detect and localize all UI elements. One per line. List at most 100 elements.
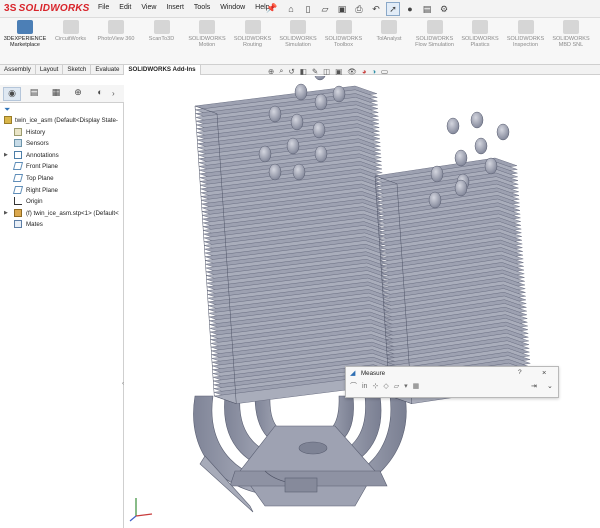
dimxpert-tab-icon[interactable]: ⊕ [69, 87, 87, 98]
collapse-pane-handle-icon[interactable]: ‹ [122, 381, 124, 387]
pin-dialog-icon[interactable]: ⇥ [531, 382, 537, 390]
command-11[interactable]: SOLIDWORKS Inspection [503, 20, 549, 48]
tree-item[interactable]: Right Plane [0, 185, 124, 197]
hide-show-items-icon[interactable]: 👁 [347, 67, 357, 76]
close-icon[interactable]: × [542, 368, 546, 377]
command-4[interactable]: SOLIDWORKS Motion [184, 20, 230, 48]
tree-item-label: Mates [26, 221, 43, 229]
pin-menu-icon[interactable]: 📌 [266, 3, 277, 13]
section-view-icon[interactable]: ◧ [300, 67, 307, 76]
menu-file[interactable]: File [98, 4, 109, 11]
options-gear-icon[interactable]: ⚙ [437, 2, 451, 16]
new-document-icon[interactable]: ▯ [301, 2, 315, 16]
dynamic-annotation-icon[interactable]: ✎ [312, 67, 318, 76]
command-6[interactable]: SOLIDWORKS Simulation [275, 20, 321, 48]
feature-manager-pane: ◉ ▤ ▦ ⊕ ◐ › ⏷ twin_ice_asm (Default<Disp… [0, 85, 124, 528]
tab-3[interactable]: Evaluate [91, 65, 125, 75]
tree-item[interactable]: ▶ (f) twin_ice_asm.stp<1> (Default< [0, 208, 124, 220]
save-icon[interactable]: ▣ [335, 2, 349, 16]
zoom-to-area-icon[interactable]: ⌕ [279, 66, 283, 76]
command-5[interactable]: SOLIDWORKS Routing [230, 20, 276, 48]
graphics-area[interactable] [125, 76, 600, 528]
command-7[interactable]: SOLIDWORKS Toolbox [321, 20, 367, 48]
tree-item[interactable]: Origin [0, 196, 124, 208]
filter-icon[interactable]: ⏷ [4, 105, 10, 115]
pipe-cap [292, 163, 306, 181]
menu-view[interactable]: View [141, 4, 156, 11]
undo-icon[interactable]: ↶ [369, 2, 383, 16]
point-to-point-icon[interactable]: ◇ [383, 382, 388, 390]
previous-view-icon[interactable]: ↺ [289, 67, 295, 76]
command-label: SOLIDWORKS MBD SNL [552, 36, 590, 48]
command-1[interactable]: CircuitWorks [48, 20, 94, 42]
command-8[interactable]: TolAnalyst [366, 20, 412, 42]
mates-icon [14, 220, 22, 229]
command-3[interactable]: ScanTo3D [139, 20, 185, 42]
expand-arrow-icon[interactable]: ▶ [4, 210, 8, 216]
solidworks-logo[interactable]: 3S SOLIDWORKS [4, 3, 90, 14]
pipe-cap [474, 137, 488, 155]
tab-4[interactable]: SOLIDWORKS Add-Ins [124, 65, 201, 75]
pipe-cap [314, 76, 326, 81]
menu-tools[interactable]: Tools [194, 4, 210, 11]
zoom-to-fit-icon[interactable]: ⊕ [268, 67, 274, 76]
command-0[interactable]: 3DEXPERIENCE Marketplace [2, 20, 48, 48]
tab-1[interactable]: Layout [36, 65, 64, 75]
property-manager-tab-icon[interactable]: ▤ [25, 87, 43, 98]
chevron-down-icon[interactable]: ⌄ [547, 382, 553, 390]
cooler-model[interactable] [125, 76, 600, 528]
command-9[interactable]: SOLIDWORKS Flow Simulation [412, 20, 458, 48]
menu-insert[interactable]: Insert [166, 4, 184, 11]
tree-item[interactable]: Sensors [0, 138, 124, 150]
home-icon[interactable]: ⌂ [284, 2, 298, 16]
arc-circle-measure-icon[interactable]: ⌒ [350, 381, 357, 391]
open-folder-icon[interactable]: ▱ [318, 2, 332, 16]
create-sensor-icon[interactable]: ▦ [413, 382, 420, 390]
select-arrow-icon[interactable]: ➚ [386, 2, 400, 16]
tree-item-label: Annotations [26, 151, 59, 159]
tree-item-label: History [26, 128, 46, 136]
measure-dialog[interactable]: ◢ Measure ? × ⌒ in ⊹ ◇ ▱ ▾ ▦ ⇥ ⌄ [345, 366, 559, 398]
view-orientation-icon[interactable]: ◫ [323, 67, 330, 76]
part-icon [14, 208, 22, 217]
help-icon[interactable]: ? [518, 369, 522, 376]
command-12[interactable]: SOLIDWORKS MBD SNL [548, 20, 594, 48]
menu-window[interactable]: Window [220, 4, 245, 11]
tab-2[interactable]: Sketch [63, 65, 92, 75]
file-properties-icon[interactable]: ▤ [420, 2, 434, 16]
command-11-icon [517, 20, 534, 34]
title-bar: 3S SOLIDWORKS File Edit View Insert Tools… [0, 0, 600, 18]
heat-pipes [193, 395, 407, 513]
configuration-manager-tab-icon[interactable]: ▦ [47, 87, 65, 98]
edit-appearance-icon[interactable]: ◕ [362, 67, 367, 76]
feature-tree-tab-icon[interactable]: ◉ [3, 87, 21, 101]
command-10-icon [472, 20, 488, 34]
tree-item[interactable]: Front Plane [0, 161, 124, 173]
rebuild-icon[interactable]: ● [403, 2, 417, 16]
display-manager-tab-icon[interactable]: ◐ [91, 87, 109, 97]
apply-scene-icon[interactable]: ◑ [371, 67, 376, 76]
tree-root-assembly[interactable]: twin_ice_asm (Default<Display State- [0, 115, 124, 127]
expand-arrow-icon[interactable]: ▶ [4, 152, 8, 158]
measure-dialog-header[interactable]: ◢ Measure ? × [346, 367, 558, 379]
command-2[interactable]: PhotoView 360 [93, 20, 139, 42]
tree-item[interactable]: Mates [0, 219, 124, 231]
projection-icon[interactable]: ▱ [394, 382, 399, 390]
tree-item[interactable]: Top Plane [0, 173, 124, 185]
pipe-cap [286, 137, 300, 155]
display-style-icon[interactable]: ▣ [335, 67, 342, 76]
units-precision-icon[interactable]: in [362, 383, 367, 390]
tree-item[interactable]: ▶ Annotations [0, 150, 124, 162]
sensors-icon [14, 139, 22, 148]
tree-item[interactable]: History [0, 127, 124, 139]
measure-history-icon[interactable]: ▾ [404, 382, 408, 390]
pipe-cap [290, 113, 304, 131]
quick-access-toolbar: ⌂ ▯ ▱ ▣ ⎙ ↶ ➚ ● ▤ ⚙ [284, 2, 454, 16]
tab-0[interactable]: Assembly [0, 65, 36, 75]
view-settings-icon[interactable]: ▭ [381, 67, 388, 76]
print-icon[interactable]: ⎙ [352, 2, 366, 16]
command-10[interactable]: SOLIDWORKS Plastics [457, 20, 503, 48]
chevron-right-icon[interactable]: › [112, 89, 115, 98]
show-xyz-icon[interactable]: ⊹ [372, 382, 378, 390]
menu-edit[interactable]: Edit [119, 4, 131, 11]
